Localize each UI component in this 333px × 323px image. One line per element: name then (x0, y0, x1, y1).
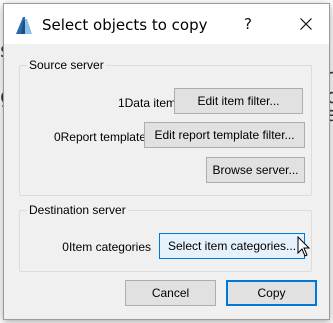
destination-server-group: Destination server 0Item categories Sele… (19, 203, 312, 272)
copy-button[interactable]: Copy (226, 280, 317, 306)
edit-item-filter-button[interactable]: Edit item filter... (174, 88, 303, 114)
browse-server-button[interactable]: Browse server... (206, 157, 305, 183)
help-button[interactable]: ? (233, 4, 263, 44)
report-templates-label: 0Report templates (53, 130, 152, 144)
mouse-pointer-icon (297, 236, 311, 257)
cancel-button[interactable]: Cancel (125, 280, 216, 306)
title-bar[interactable]: Select objects to copy ? (4, 4, 329, 44)
close-icon (300, 18, 312, 30)
source-server-group-label: Source server (27, 58, 106, 73)
select-item-categories-button[interactable]: Select item categories... (159, 233, 305, 259)
edit-report-template-filter-button[interactable]: Edit report template filter... (144, 122, 305, 148)
dialog-title: Select objects to copy (42, 16, 208, 34)
destination-server-group-label: Destination server (27, 203, 128, 218)
data-items-label: 1Data items (117, 96, 182, 110)
select-objects-dialog: Select objects to copy ? Source server 1… (3, 3, 330, 320)
source-server-group: Source server 1Data items Edit item filt… (19, 58, 312, 196)
item-categories-label: 0Item categories (62, 240, 151, 254)
close-button[interactable] (283, 4, 329, 44)
app-logo-icon (14, 15, 34, 35)
